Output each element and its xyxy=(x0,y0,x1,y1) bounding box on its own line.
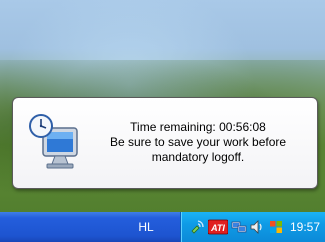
taskbar-clock[interactable]: 19:57 xyxy=(287,212,323,242)
time-remaining-value: 00:56:08 xyxy=(219,120,266,134)
logoff-notification-balloon[interactable]: Time remaining: 00:56:08 Be sure to save… xyxy=(12,97,318,189)
ati-icon[interactable]: ATI xyxy=(208,219,228,235)
computer-clock-icon xyxy=(29,114,78,169)
taskbar: HL ATI 19:57 xyxy=(0,212,325,242)
svg-text:ATI: ATI xyxy=(210,223,225,233)
language-indicator[interactable]: HL xyxy=(116,212,176,242)
system-tray: ATI 19:57 xyxy=(180,212,325,242)
speaker-icon[interactable] xyxy=(249,219,265,235)
save-warning-line: Be sure to save your work before xyxy=(109,135,287,149)
network-icon[interactable] xyxy=(231,219,247,235)
windows-update-icon[interactable] xyxy=(268,219,284,235)
time-remaining-line: Time remaining: 00:56:08 xyxy=(93,120,303,135)
time-remaining-label: Time remaining: xyxy=(130,120,216,134)
balloon-message: Time remaining: 00:56:08 Be sure to save… xyxy=(93,120,303,165)
satellite-icon[interactable] xyxy=(189,219,205,235)
logoff-line: mandatory logoff. xyxy=(151,150,245,164)
